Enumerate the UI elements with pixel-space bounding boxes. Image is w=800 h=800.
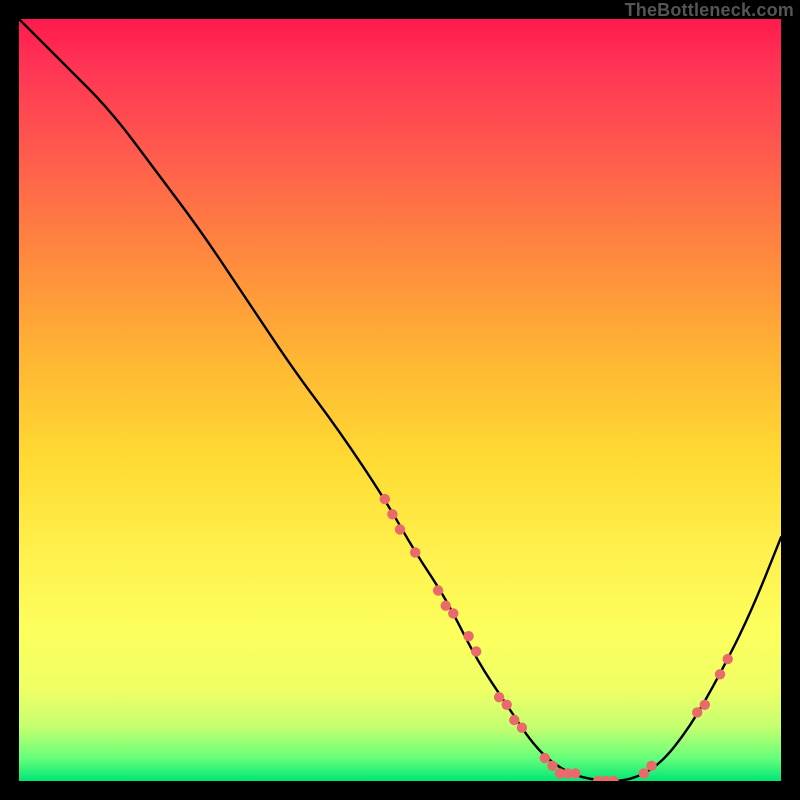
curve-marker — [517, 723, 527, 733]
curve-marker — [540, 753, 550, 763]
curve-marker — [410, 547, 420, 557]
curve-marker — [639, 768, 649, 778]
curve-marker — [502, 700, 512, 710]
curve-marker — [395, 524, 405, 534]
curve-marker — [494, 692, 504, 702]
curve-marker — [441, 601, 451, 611]
curve-marker — [646, 761, 656, 771]
curve-marker — [448, 608, 458, 618]
bottleneck-chart — [19, 19, 781, 781]
curve-marker — [463, 631, 473, 641]
curve-marker — [570, 768, 580, 778]
curve-marker — [608, 776, 618, 781]
curve-marker — [509, 715, 519, 725]
curve-marker — [380, 494, 390, 504]
attribution-text: TheBottleneck.com — [625, 0, 794, 21]
curve-marker — [471, 646, 481, 656]
curve-marker — [433, 585, 443, 595]
curve-marker — [723, 654, 733, 664]
curve-marker — [387, 509, 397, 519]
curve-marker — [700, 700, 710, 710]
curve-marker — [692, 707, 702, 717]
bottleneck-curve — [19, 19, 781, 781]
curve-marker — [547, 761, 557, 771]
chart-area — [19, 19, 781, 781]
curve-marker — [715, 669, 725, 679]
